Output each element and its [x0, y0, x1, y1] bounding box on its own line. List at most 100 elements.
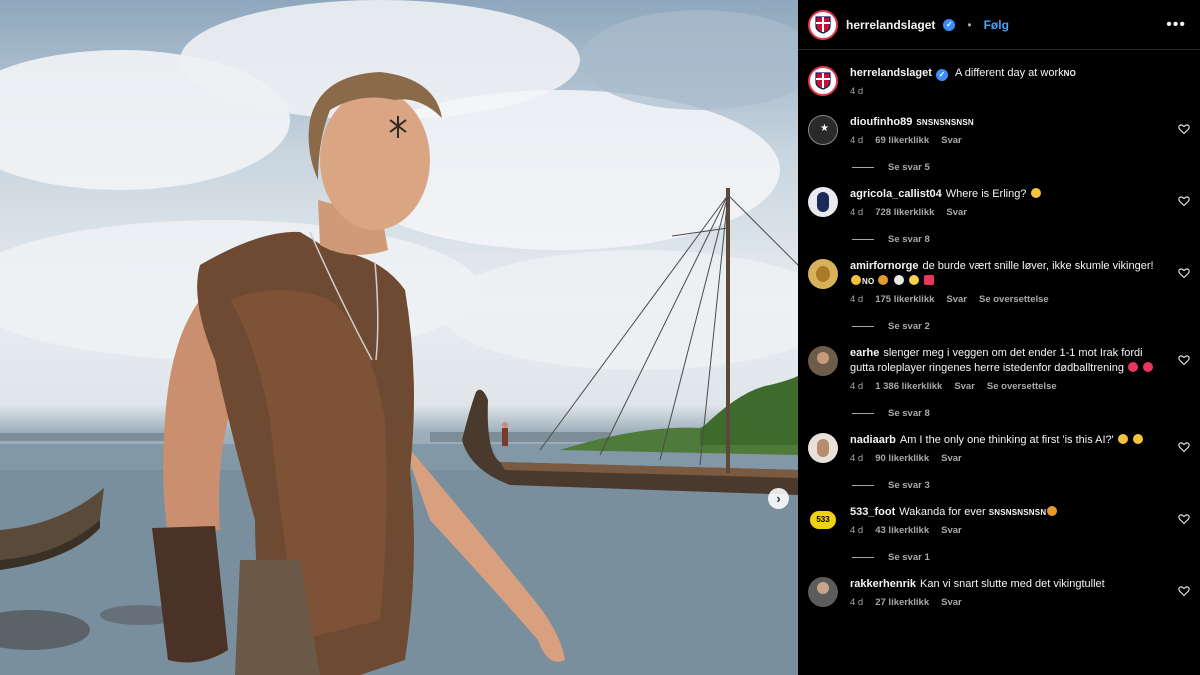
- caption-flag: NO: [1063, 69, 1077, 78]
- comment-username[interactable]: dioufinho89: [850, 116, 912, 128]
- comment-username[interactable]: nadiaarb: [850, 434, 896, 446]
- reply-button[interactable]: Svar: [941, 453, 962, 464]
- divider-line: [852, 167, 874, 168]
- comment-text: Where is Erling?: [945, 188, 1027, 200]
- comment-avatar[interactable]: 533: [808, 505, 838, 535]
- avatar-badge: 533: [810, 511, 836, 529]
- comment-likes[interactable]: 728 likerklikk: [875, 207, 934, 218]
- divider-line: [852, 485, 874, 486]
- comment-likes[interactable]: 175 likerklikk: [875, 294, 934, 305]
- comment-avatar[interactable]: [808, 259, 838, 289]
- comment-time: 4 d: [850, 135, 864, 146]
- comment-thread: earhe slenger meg i veggen om det ender 1…: [808, 346, 1190, 419]
- lion-emoji-icon: [1047, 506, 1058, 516]
- more-options-icon[interactable]: •••: [1166, 16, 1186, 34]
- sparkles-icon: [908, 275, 919, 285]
- grimace-emoji-icon: [1143, 362, 1154, 372]
- comment: 533 533_foot Wakanda for ever SNSNSNSNSN …: [808, 505, 1190, 536]
- view-replies-label: Se svar 1: [888, 552, 930, 563]
- comment-avatar[interactable]: [808, 577, 838, 607]
- comment-likes[interactable]: 90 likerklikk: [875, 453, 929, 464]
- comment-username[interactable]: 533_foot: [850, 506, 895, 518]
- comment: agricola_callist04 Where is Erling? 4 d 7…: [808, 187, 1190, 218]
- comment-time: 4 d: [850, 381, 864, 392]
- grimace-emoji-icon: [1128, 362, 1139, 372]
- star-icon: ★: [820, 123, 829, 134]
- comment-likes[interactable]: 27 likerklikk: [875, 597, 929, 608]
- comment-thread: rakkerhenrik Kan vi snart slutte med det …: [808, 577, 1190, 608]
- comment-time: 4 d: [850, 294, 864, 305]
- view-replies-button[interactable]: Se svar 8: [852, 234, 1190, 245]
- verified-icon: ✓: [935, 69, 948, 81]
- comment: rakkerhenrik Kan vi snart slutte med det …: [808, 577, 1190, 608]
- view-replies-label: Se svar 5: [888, 162, 930, 173]
- viking-ship-photo: [0, 0, 798, 675]
- caption-text: A different day at work: [954, 67, 1064, 79]
- comment-thread: ★ dioufinho89 SNSNSNSNSN 4 d 69 likerklik…: [808, 115, 1190, 173]
- comment-time: 4 d: [850, 525, 864, 536]
- reply-button[interactable]: Svar: [946, 294, 967, 305]
- heart-icon[interactable]: [1178, 441, 1190, 453]
- comments-list: herrelandslaget ✓ A different day at work…: [798, 50, 1200, 675]
- comment-text: de burde vært snille løver, ikke skumle …: [922, 260, 1154, 272]
- divider-line: [852, 326, 874, 327]
- comment-avatar[interactable]: [808, 433, 838, 463]
- post-side-panel: herrelandslaget ✓ • Følg ••• herrelandsl…: [798, 0, 1200, 675]
- comment-flag: NO: [862, 277, 875, 286]
- sleepy-emoji-icon: [851, 275, 861, 285]
- comment-likes[interactable]: 1 386 likerklikk: [875, 381, 942, 392]
- account-name[interactable]: herrelandslaget: [846, 18, 935, 32]
- post-photo: ›: [0, 0, 798, 675]
- comment: ★ dioufinho89 SNSNSNSNSN 4 d 69 likerklik…: [808, 115, 1190, 146]
- lion-icon: [816, 266, 830, 282]
- view-replies-button[interactable]: Se svar 8: [852, 408, 1190, 419]
- view-replies-button[interactable]: Se svar 3: [852, 480, 1190, 491]
- reply-button[interactable]: Svar: [941, 135, 962, 146]
- follow-button[interactable]: Følg: [984, 18, 1009, 32]
- comment-likes[interactable]: 69 likerklikk: [875, 135, 929, 146]
- person-icon: [817, 582, 829, 594]
- view-replies-label: Se svar 8: [888, 408, 930, 419]
- comment-avatar[interactable]: [808, 187, 838, 217]
- view-replies-button[interactable]: Se svar 5: [852, 162, 1190, 173]
- comment-avatar[interactable]: [808, 346, 838, 376]
- heart-icon[interactable]: [1178, 354, 1190, 366]
- heart-icon[interactable]: [1178, 195, 1190, 207]
- comment-time: 4 d: [850, 453, 864, 464]
- heart-icon[interactable]: [1178, 585, 1190, 597]
- heart-icon[interactable]: [1178, 267, 1190, 279]
- laughing-emoji-icon: [1132, 434, 1143, 444]
- view-replies-button[interactable]: Se svar 1: [852, 552, 1190, 563]
- soccer-ball-icon: [893, 275, 904, 285]
- comment-text: slenger meg i veggen om det ender 1-1 mo…: [850, 347, 1143, 374]
- heart-icon[interactable]: [1178, 513, 1190, 525]
- heart-icon[interactable]: [1178, 123, 1190, 135]
- thinking-emoji-icon: [1030, 188, 1041, 198]
- comment-username[interactable]: amirfornorge: [850, 260, 918, 272]
- view-replies-button[interactable]: Se svar 2: [852, 321, 1190, 332]
- reply-button[interactable]: Svar: [941, 525, 962, 536]
- comment-avatar[interactable]: ★: [808, 115, 838, 145]
- reply-button[interactable]: Svar: [954, 381, 975, 392]
- comment-text: Kan vi snart slutte med det vikingtullet: [920, 578, 1105, 590]
- comment-likes[interactable]: 43 likerklikk: [875, 525, 929, 536]
- reply-button[interactable]: Svar: [946, 207, 967, 218]
- crest-icon: [815, 72, 831, 90]
- comment-username[interactable]: agricola_callist04: [850, 188, 942, 200]
- comment-username[interactable]: rakkerhenrik: [850, 578, 916, 590]
- divider-line: [852, 239, 874, 240]
- account-avatar[interactable]: [808, 9, 838, 40]
- comment: earhe slenger meg i veggen om det ender 1…: [808, 346, 1190, 392]
- avatar-figure-icon: [817, 192, 829, 212]
- crest-icon: [815, 15, 831, 34]
- caption-avatar[interactable]: [808, 66, 838, 96]
- comment-suffix: SNSNSNSNSN: [988, 508, 1047, 517]
- caption-username[interactable]: herrelandslaget: [850, 67, 932, 79]
- heart-emoji-icon: [923, 275, 934, 285]
- comment-username[interactable]: earhe: [850, 347, 879, 359]
- translate-button[interactable]: Se oversettelse: [979, 294, 1049, 305]
- translate-button[interactable]: Se oversettelse: [987, 381, 1057, 392]
- next-photo-button[interactable]: ›: [768, 488, 789, 509]
- reply-button[interactable]: Svar: [941, 597, 962, 608]
- comment-time: 4 d: [850, 597, 864, 608]
